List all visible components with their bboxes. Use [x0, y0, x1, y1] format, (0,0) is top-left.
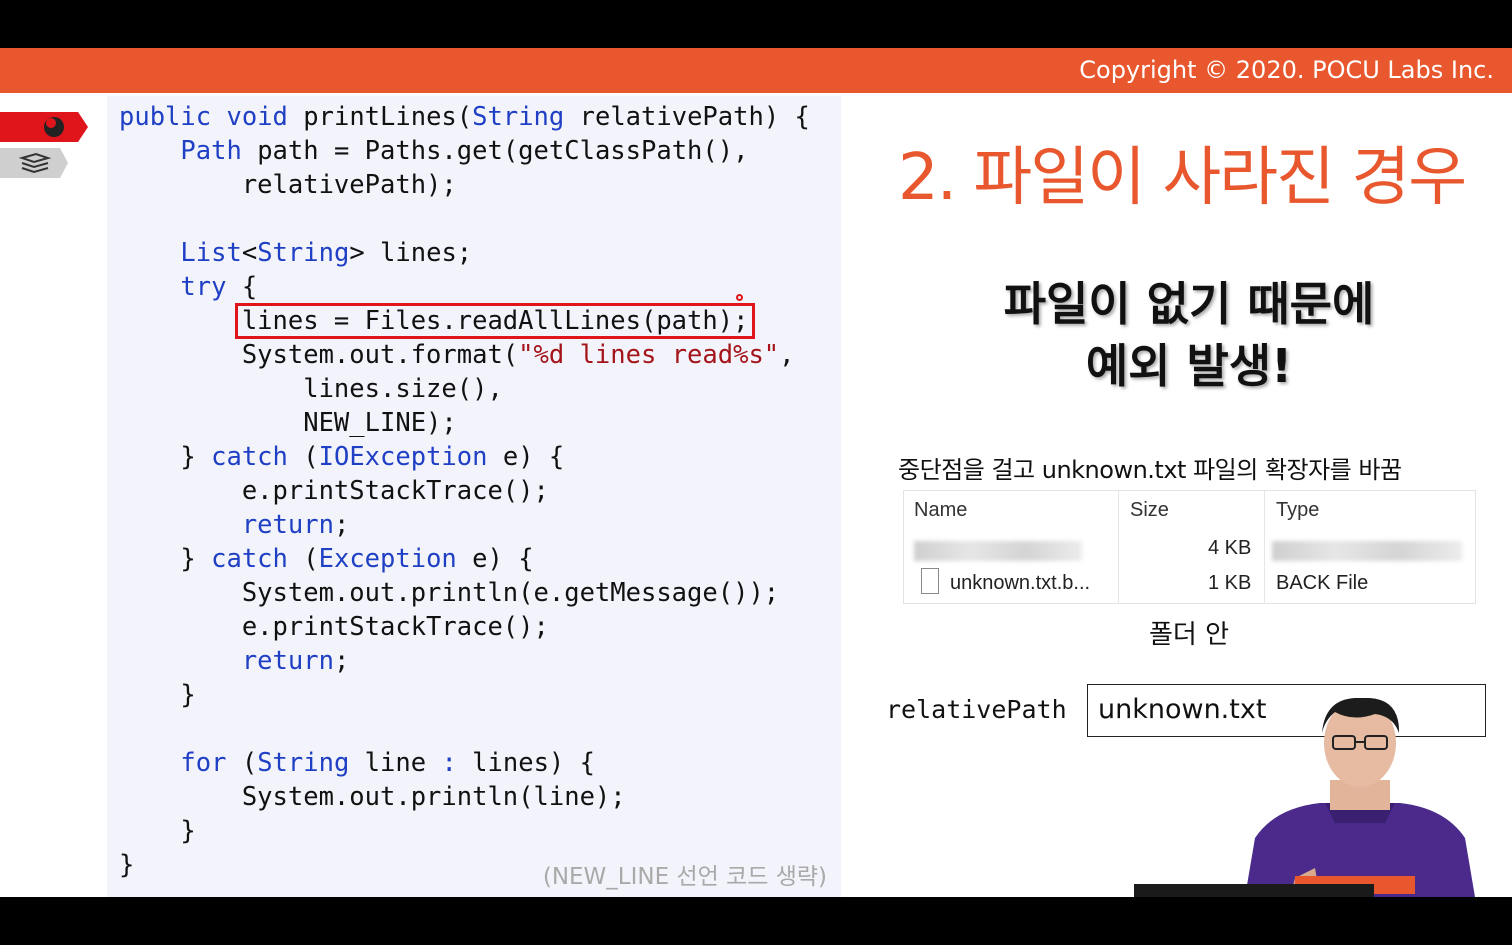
column-header-name[interactable]: Name	[914, 499, 967, 522]
slide-title: 2. 파일이 사라진 경우	[898, 141, 1467, 215]
presenter-video	[1245, 698, 1475, 897]
blurred-name	[914, 541, 1082, 561]
code-note: (NEW_LINE 선언 코드 생략)	[542, 864, 827, 890]
file-icon	[921, 568, 939, 594]
code-line: } catch (IOException e) {	[119, 442, 565, 472]
code-line: for (String line : lines) {	[180, 748, 595, 778]
code-line: }	[119, 850, 135, 880]
code-line: System.out.format("%d lines read%s",	[119, 340, 795, 370]
code-line: NEW_LINE);	[119, 408, 457, 438]
brain-tag	[0, 112, 88, 142]
code-line: System.out.println(line);	[119, 782, 626, 812]
highlight-box	[235, 303, 755, 339]
file-size: 1 KB	[1208, 572, 1252, 594]
code-line: }	[119, 816, 196, 846]
header-bar: Copyright © 2020. POCU Labs Inc.	[0, 48, 1512, 93]
column-divider	[1264, 491, 1265, 603]
column-divider	[1118, 491, 1119, 603]
code-line: System.out.println(e.getMessage());	[119, 578, 780, 608]
caption: 중단점을 걸고 unknown.txt 파일의 확장자를 바꿈	[898, 456, 1402, 484]
subtitle-line-2: 예외 발생!	[1085, 339, 1293, 393]
subtitle-line-1: 파일이 없기 때문에	[1003, 277, 1375, 331]
code-line: return;	[241, 510, 350, 540]
code-line: return;	[241, 646, 350, 676]
code-line: Path path = Paths.get(getClassPath(),	[180, 136, 749, 166]
brain-icon	[44, 117, 64, 137]
slide-subtitle: 파일이 없기 때문에 예외 발생!	[900, 273, 1478, 397]
code-line: public void printLines(String relativePa…	[119, 102, 810, 132]
file-size: 4 KB	[1208, 537, 1252, 559]
file-type: BACK File	[1276, 572, 1369, 594]
code-line: }	[119, 680, 196, 710]
code-line: List<String> lines;	[180, 238, 473, 268]
folder-label: 폴더 안	[1148, 620, 1230, 650]
cursor-dot	[736, 294, 743, 301]
column-header-type[interactable]: Type	[1276, 499, 1319, 522]
relative-path-label: relativePath	[886, 695, 1067, 724]
code-line: lines.size(),	[119, 374, 503, 404]
code-block: public void printLines(String relativePa…	[119, 100, 810, 882]
file-explorer: Name Size Type 4 KB unknown.txt.b... 1 K…	[903, 490, 1476, 604]
code-line: relativePath);	[119, 170, 457, 200]
code-line: } catch (Exception e) {	[119, 544, 534, 574]
column-header-size[interactable]: Size	[1130, 499, 1169, 522]
book-tag	[0, 148, 68, 178]
file-name[interactable]: unknown.txt.b...	[950, 572, 1090, 595]
code-line: e.printStackTrace();	[119, 612, 549, 642]
code-line: e.printStackTrace();	[119, 476, 549, 506]
slide: Copyright © 2020. POCU Labs Inc. public …	[0, 48, 1512, 897]
code-panel: public void printLines(String relativePa…	[107, 96, 841, 897]
code-line: try {	[180, 272, 258, 302]
desk	[1134, 884, 1374, 897]
copyright-text: Copyright © 2020. POCU Labs Inc.	[1079, 56, 1494, 84]
blurred-type	[1272, 541, 1462, 561]
